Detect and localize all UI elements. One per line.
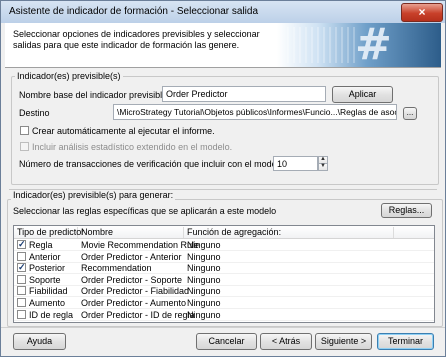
auto-create-checkbox[interactable] — [20, 126, 29, 135]
extended-stats-label: Incluir análisis estadístico extendido e… — [32, 142, 233, 152]
aggregation-cell[interactable]: Ninguno — [187, 252, 221, 262]
table-row[interactable]: Aumento Order Predictor - Aumento Ninguno — [14, 297, 434, 309]
table-row[interactable]: Anterior Order Predictor - Anterior Ningun… — [14, 251, 434, 263]
column-header[interactable]: Función de agregación: — [184, 227, 394, 238]
rules-label: Seleccionar las reglas específicas que s… — [13, 206, 277, 216]
aggregation-cell[interactable]: Ninguno — [187, 310, 221, 320]
predictor-type-cell: Soporte — [29, 274, 61, 285]
back-button[interactable]: < Atrás — [260, 333, 312, 350]
predictor-name-cell: Movie Recommendation Rule — [81, 240, 200, 250]
aggregation-cell[interactable]: Ninguno — [187, 275, 221, 285]
wizard-header: Seleccionar opciones de indicadores prev… — [5, 23, 441, 68]
row-checkbox[interactable] — [17, 251, 26, 261]
predictor-type-cell: Posterior — [29, 263, 66, 274]
table-row[interactable]: ✓ Regla Movie Recommendation Rule Ninguno — [14, 239, 434, 251]
extended-stats-checkbox[interactable] — [20, 142, 29, 151]
column-header[interactable]: Nombre — [78, 227, 184, 238]
auto-create-label: Crear automáticamente al ejecutar el inf… — [32, 126, 215, 136]
predictor-type-cell: Aumento — [29, 298, 66, 308]
header-graphic: # — [277, 23, 441, 67]
verification-label: Número de transacciones de verificación … — [19, 159, 287, 169]
browse-button[interactable]: ... — [403, 107, 417, 120]
cancel-button[interactable]: Cancelar — [196, 333, 257, 350]
hash-icon: # — [355, 23, 392, 67]
predictor-type-cell: Fiabilidad — [29, 286, 68, 297]
base-name-label: Nombre base del indicador previsible: — [19, 90, 170, 100]
predictor-name-cell: Order Predictor - Soporte — [81, 274, 183, 285]
next-button[interactable]: Siguiente > — [315, 333, 372, 350]
rules-button[interactable]: Reglas... — [381, 203, 432, 218]
header-description: Seleccionar opciones de indicadores prev… — [13, 29, 260, 50]
predictor-name-cell: Order Predictor - ID de regla — [81, 309, 195, 320]
finish-button[interactable]: Terminar — [377, 333, 434, 350]
aggregation-cell[interactable]: Ninguno — [187, 263, 221, 273]
dots-pattern — [287, 27, 357, 63]
apply-button[interactable]: Aplicar — [332, 86, 393, 103]
window-title: Asistente de indicador de formación - Se… — [9, 6, 259, 17]
predictor-name-cell: Order Predictor - Aumento — [81, 298, 187, 308]
table-row[interactable]: Soporte Order Predictor - Soporte Ninguno — [14, 274, 434, 286]
table-row[interactable]: ID de regla Order Predictor - ID de regla… — [14, 309, 434, 321]
close-icon[interactable]: × — [401, 3, 443, 22]
table-header: Tipo de predictor Nombre Función de agre… — [14, 226, 434, 239]
row-checkbox[interactable] — [17, 286, 26, 296]
predictor-type-cell: Anterior — [29, 251, 61, 262]
destination-input[interactable]: \MicroStrategy Tutorial\Objetos públicos… — [113, 104, 397, 120]
table-row[interactable]: ✓ Posterior Recommendation Ninguno — [14, 262, 434, 275]
column-header[interactable]: Tipo de predictor — [14, 227, 84, 238]
predictor-name-cell: Order Predictor - Fiabilidad — [81, 286, 190, 297]
predictor-table: Tipo de predictor Nombre Función de agre… — [13, 225, 435, 323]
destination-label: Destino — [19, 108, 50, 118]
verification-input[interactable]: 10 — [273, 156, 318, 171]
row-checkbox[interactable] — [17, 298, 26, 307]
spin-down-icon[interactable]: ▼ — [318, 163, 328, 171]
row-checkbox[interactable] — [17, 309, 26, 319]
aggregation-cell[interactable]: Ninguno — [187, 298, 221, 308]
indicators-group-label: Indicador(es) previsible(s) — [15, 71, 123, 81]
table-row[interactable]: Fiabilidad Order Predictor - Fiabilidad Ni… — [14, 285, 434, 298]
predictor-type-cell: Regla — [29, 240, 53, 250]
predictor-name-cell: Recommendation — [81, 263, 152, 274]
base-name-input[interactable]: Order Predictor — [162, 86, 326, 102]
row-checkbox[interactable] — [17, 274, 26, 284]
wizard-window: Asistente de indicador de formación - Se… — [0, 0, 446, 357]
title-bar[interactable]: Asistente de indicador de formación - Se… — [1, 1, 445, 23]
row-checkbox[interactable]: ✓ — [17, 240, 26, 249]
predictor-type-cell: ID de regla — [29, 309, 74, 320]
row-checkbox[interactable]: ✓ — [17, 263, 26, 273]
help-button[interactable]: Ayuda — [13, 333, 66, 350]
aggregation-cell[interactable]: Ninguno — [187, 286, 221, 296]
aggregation-cell[interactable]: Ninguno — [187, 240, 221, 250]
predictor-name-cell: Order Predictor - Anterior — [81, 251, 182, 262]
generate-group-label: Indicador(es) previsible(s) para generar… — [11, 190, 176, 200]
